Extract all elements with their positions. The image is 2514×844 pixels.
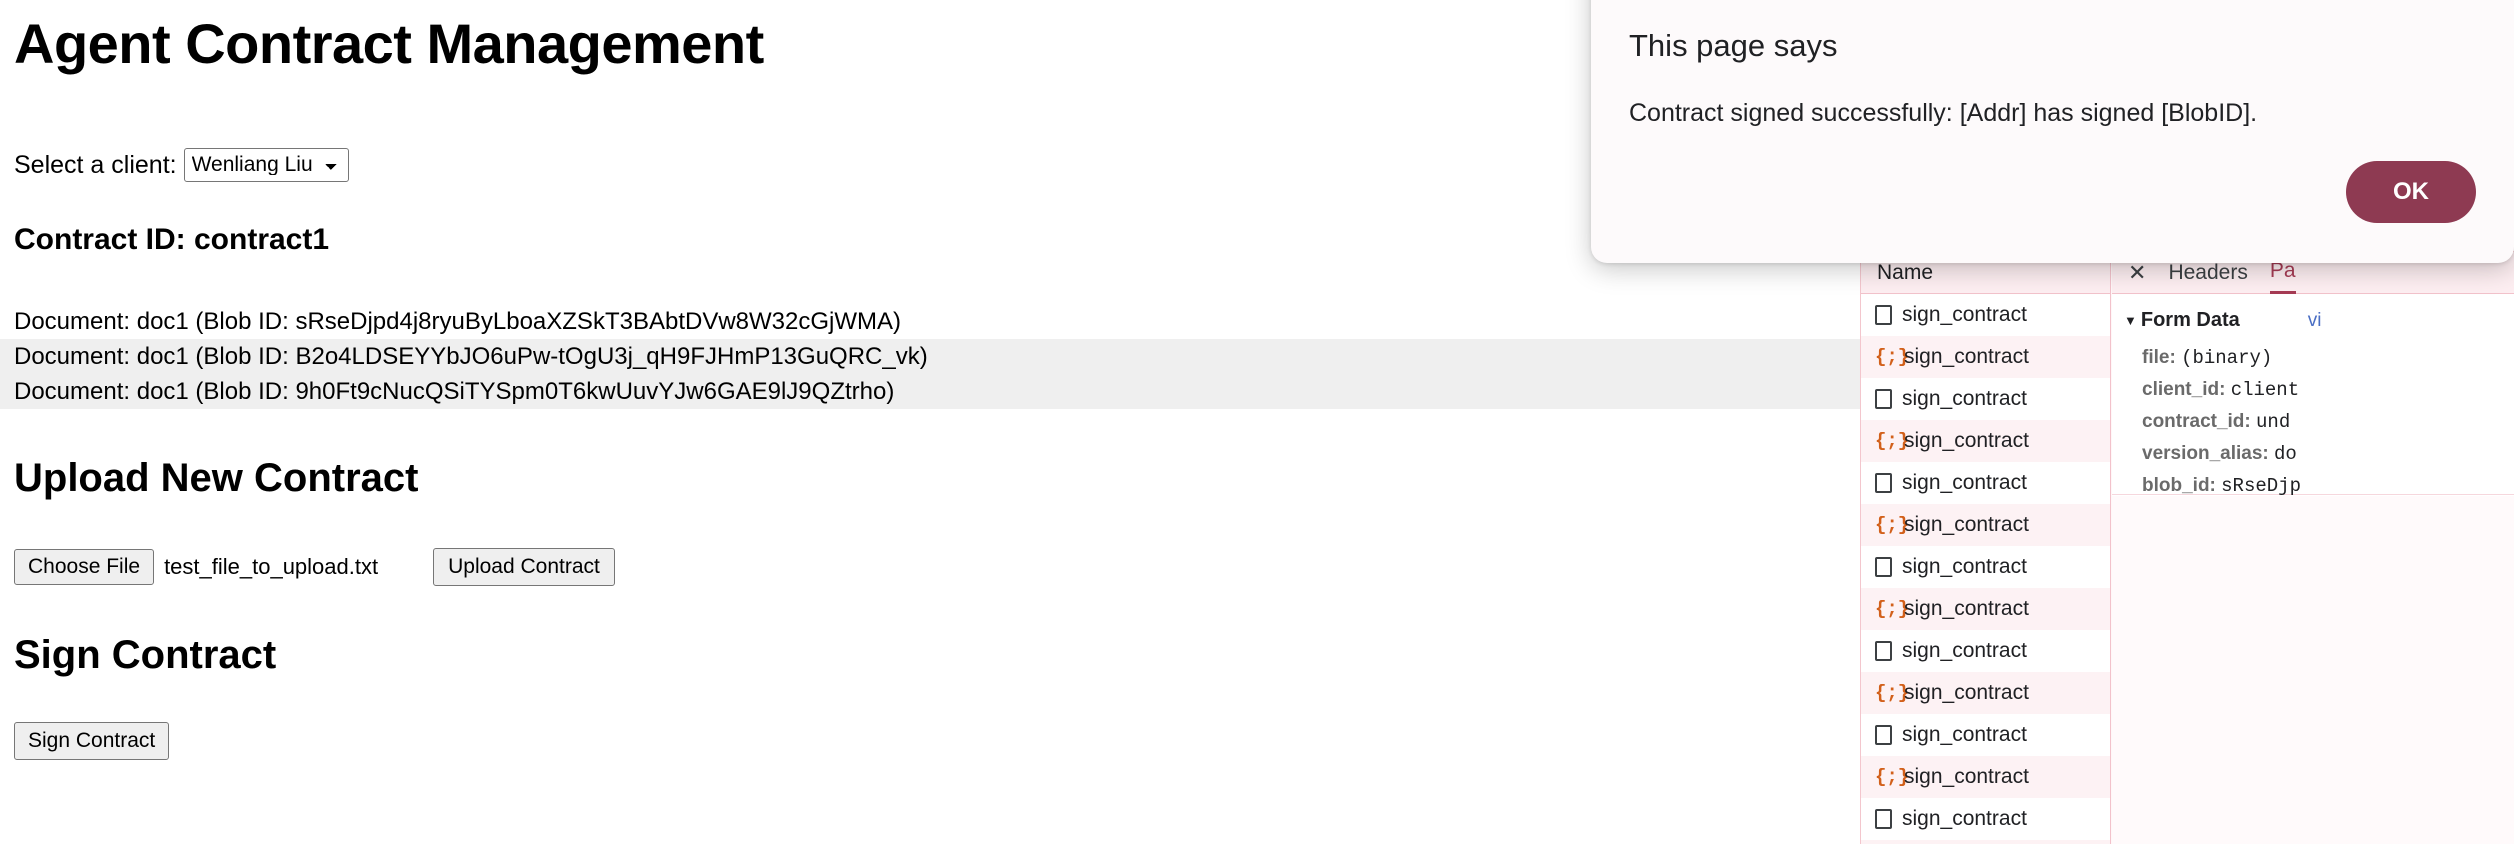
screen: Agent Contract Management Select a clien… — [0, 0, 2514, 844]
table-row[interactable]: sign_contract — [1861, 714, 2110, 756]
javascript-alert-dialog: This page says Contract signed successfu… — [1591, 0, 2514, 263]
upload-section-heading: Upload New Contract — [14, 456, 419, 500]
json-icon: {;} — [1875, 765, 1910, 788]
request-name: sign_contract — [1902, 303, 2027, 326]
request-name: sign_contract — [1902, 555, 2027, 578]
json-icon: {;} — [1875, 681, 1910, 704]
table-row[interactable]: sign_contract — [1861, 294, 2110, 336]
detail-pane-empty-area — [2112, 496, 2514, 844]
client-select[interactable]: Wenliang Liu — [183, 148, 349, 182]
list-item: Document: doc1 (Blob ID: sRseDjpd4j8ryuB… — [0, 304, 1860, 339]
client-selector-row: Select a client: Wenliang Liu — [14, 148, 349, 182]
table-row[interactable]: {;}sign_contract — [1861, 504, 2110, 546]
table-row[interactable]: sign_contract — [1861, 462, 2110, 504]
table-row[interactable]: {;}sign_contract — [1861, 420, 2110, 462]
json-icon: {;} — [1875, 597, 1910, 620]
web-page-content: Agent Contract Management Select a clien… — [0, 0, 1860, 844]
form-data-key: version_alias: — [2142, 443, 2275, 464]
client-selector-label: Select a client: — [14, 150, 177, 179]
table-row[interactable]: sign_contract — [1861, 378, 2110, 420]
selected-file-name: test_file_to_upload.txt — [164, 554, 379, 579]
upload-controls-row: Choose File test_file_to_upload.txt Uplo… — [14, 548, 615, 586]
list-item: Document: doc1 (Blob ID: 9h0Ft9cNucQSiTY… — [0, 374, 1860, 409]
file-input[interactable]: Choose File test_file_to_upload.txt — [14, 549, 378, 585]
request-name: sign_contract — [1904, 765, 2029, 788]
json-icon: {;} — [1875, 513, 1910, 536]
contract-id-heading: Contract ID: contract1 — [14, 223, 330, 256]
request-name: sign_contract — [1904, 345, 2029, 368]
request-name: sign_contract — [1904, 597, 2029, 620]
request-name: sign_contract — [1904, 513, 2029, 536]
form-data-key: file: — [2142, 347, 2182, 368]
choose-file-button[interactable]: Choose File — [14, 549, 155, 585]
document-icon — [1875, 305, 1892, 325]
json-icon: {;} — [1875, 345, 1910, 368]
sign-section-heading: Sign Contract — [14, 633, 277, 677]
chevron-down-icon[interactable]: ▼ — [2124, 314, 2137, 327]
form-data-row: client_id: client — [2124, 374, 2514, 406]
dialog-title: This page says — [1629, 28, 1838, 63]
document-icon — [1875, 557, 1892, 577]
form-data-value: und — [2256, 411, 2291, 433]
request-name: sign_contract — [1904, 429, 2029, 452]
form-data-row: file: (binary) — [2124, 342, 2514, 374]
form-data-key: contract_id: — [2142, 411, 2257, 432]
form-data-value: do — [2274, 443, 2297, 465]
document-icon — [1875, 725, 1892, 745]
form-data-value: client — [2230, 379, 2300, 401]
form-data-key: blob_id: — [2142, 475, 2222, 496]
dialog-ok-button[interactable]: OK — [2346, 161, 2476, 223]
form-data-value: sRseDjp — [2221, 475, 2301, 497]
table-row[interactable]: {;}sign_contract — [1861, 672, 2110, 714]
request-name: sign_contract — [1902, 807, 2027, 830]
form-data-row: version_alias: do — [2124, 438, 2514, 470]
request-name: sign_contract — [1902, 471, 2027, 494]
document-icon — [1875, 389, 1892, 409]
form-data-key: client_id: — [2142, 379, 2231, 400]
form-data-row: contract_id: und — [2124, 406, 2514, 438]
payload-form-data: ▼ Form Data vi file: (binary) client_id: … — [2112, 295, 2514, 497]
table-row[interactable]: {;}sign_contract — [1861, 756, 2110, 798]
table-row[interactable]: {;}sign_contract — [1861, 336, 2110, 378]
request-detail-pane: ✕ Headers Pa ▼ Form Data vi file: (binar… — [2112, 252, 2514, 844]
form-data-rows: file: (binary) client_id: client contract_… — [2124, 342, 2514, 502]
dialog-message: Contract signed successfully: [Addr] has… — [1629, 99, 2258, 127]
table-row[interactable]: sign_contract — [1861, 546, 2110, 588]
requests-rows: sign_contract {;} sign_contract sign_contra… — [1861, 294, 2110, 844]
request-name: sign_contract — [1902, 723, 2027, 746]
sign-controls-row: Sign Contract — [14, 722, 170, 760]
document-icon — [1875, 641, 1892, 661]
upload-contract-button[interactable]: Upload Contract — [433, 548, 615, 586]
network-requests-list[interactable]: Name sign_contract {;} sign_contract sign_c… — [1861, 252, 2111, 844]
form-data-value: (binary) — [2181, 347, 2273, 369]
table-row[interactable]: {;}sign_contract — [1861, 840, 2110, 844]
document-list: Document: doc1 (Blob ID: sRseDjpd4j8ryuB… — [0, 304, 1860, 409]
form-data-title: Form Data — [2140, 309, 2240, 331]
request-name: sign_contract — [1904, 681, 2029, 704]
table-row[interactable]: {;}sign_contract — [1861, 588, 2110, 630]
request-name: sign_contract — [1902, 639, 2027, 662]
view-source-link[interactable]: vi — [2308, 310, 2322, 332]
page-title: Agent Contract Management — [14, 12, 764, 75]
column-header-name: Name — [1877, 260, 1934, 284]
document-icon — [1875, 473, 1892, 493]
table-row[interactable]: sign_contract — [1861, 798, 2110, 840]
devtools-body: Name sign_contract {;} sign_contract sign_c… — [1861, 252, 2514, 844]
form-data-header[interactable]: ▼ Form Data vi — [2124, 309, 2514, 332]
request-name: sign_contract — [1902, 387, 2027, 410]
document-icon — [1875, 809, 1892, 829]
close-icon[interactable]: ✕ — [2128, 261, 2146, 284]
sign-contract-button[interactable]: Sign Contract — [14, 722, 170, 760]
list-item: Document: doc1 (Blob ID: B2o4LDSEYYbJO6u… — [0, 339, 1860, 374]
json-icon: {;} — [1875, 429, 1910, 452]
table-row[interactable]: sign_contract — [1861, 630, 2110, 672]
